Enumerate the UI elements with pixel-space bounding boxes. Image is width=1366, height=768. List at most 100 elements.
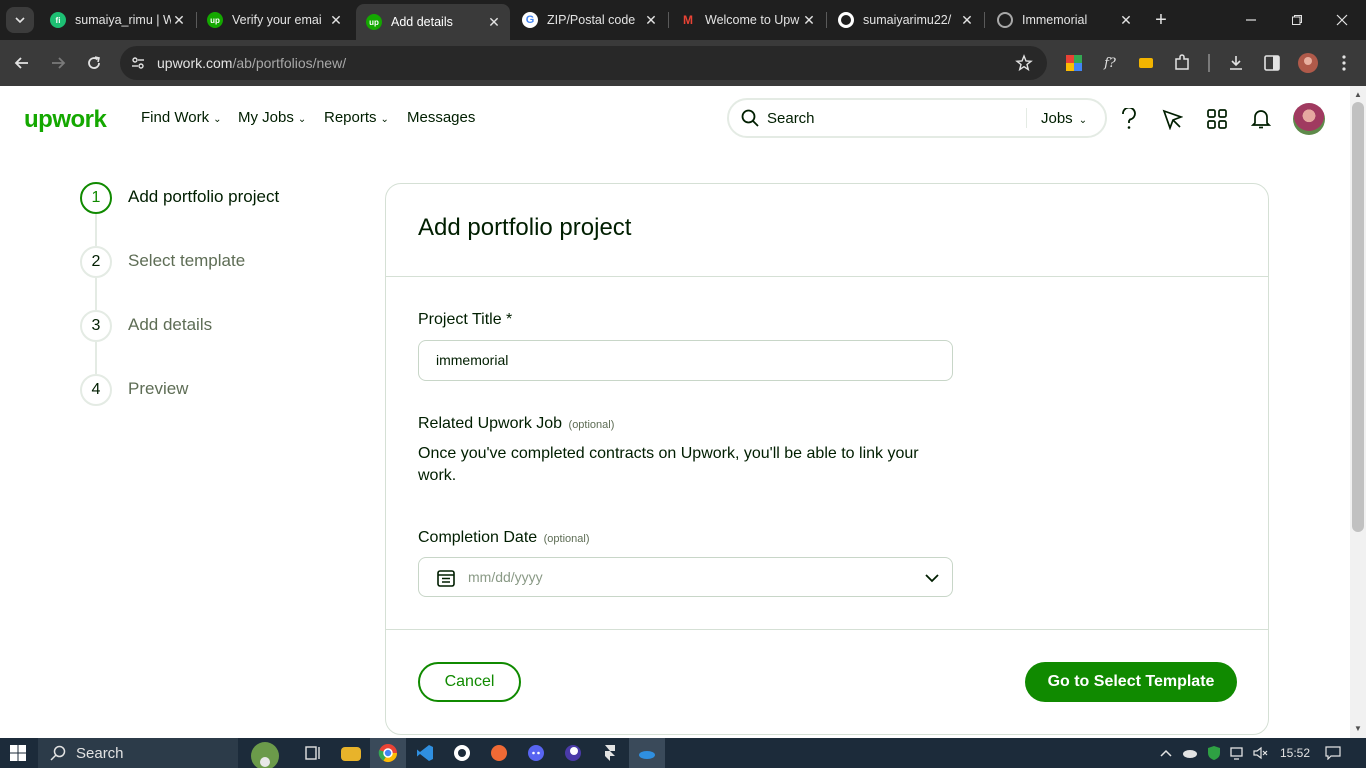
upwork-icon: up	[366, 14, 382, 30]
scroll-up-icon[interactable]: ▲	[1354, 90, 1362, 99]
forward-arrow-icon[interactable]	[46, 51, 70, 75]
nav-my-jobs[interactable]: My Jobs ⌄	[238, 109, 306, 126]
site-settings-icon[interactable]	[128, 53, 148, 73]
apps-grid-icon[interactable]	[1205, 107, 1229, 131]
reload-icon[interactable]	[82, 51, 106, 75]
optional-tag: (optional)	[568, 419, 615, 431]
browser-menu-icon[interactable]	[1334, 53, 1354, 73]
search-scope-dropdown[interactable]: Jobs ⌄	[1041, 110, 1087, 127]
close-tab-icon[interactable]: ✕	[959, 12, 975, 28]
nav-find-work[interactable]: Find Work ⌄	[141, 109, 221, 126]
restore-icon[interactable]	[1285, 8, 1309, 32]
toolbar-divider	[1208, 54, 1210, 72]
bookmark-star-icon[interactable]	[1015, 54, 1033, 72]
fiverr-icon: fi	[50, 12, 66, 28]
browser-tab-4[interactable]: G ZIP/Postal code ✕	[512, 4, 667, 36]
nav-messages[interactable]: Messages	[407, 109, 475, 126]
url-domain: upwork.com	[157, 55, 233, 71]
direct-contracts-icon[interactable]	[1160, 107, 1184, 131]
taskbar-search[interactable]: Search	[38, 738, 279, 768]
portfolio-form-card: Add portfolio project Project Title * im…	[385, 183, 1269, 735]
discord-icon[interactable]	[526, 743, 546, 763]
vscode-icon[interactable]	[415, 743, 435, 763]
side-panel-icon[interactable]	[1262, 53, 1282, 73]
address-bar[interactable]: upwork.com/ab/portfolios/new/	[120, 46, 1047, 80]
nav-reports[interactable]: Reports ⌄	[324, 109, 389, 126]
app-purple-icon[interactable]	[563, 743, 583, 763]
browser-tab-7[interactable]: Immemorial ✕	[987, 4, 1142, 36]
close-tab-icon[interactable]: ✕	[328, 12, 344, 28]
back-arrow-icon[interactable]	[10, 51, 34, 75]
divider	[386, 629, 1268, 630]
search-divider	[1026, 108, 1027, 128]
taskbar-clock[interactable]: 15:52	[1280, 746, 1310, 760]
app-framer-icon[interactable]	[600, 743, 620, 763]
close-tab-icon[interactable]: ✕	[171, 12, 187, 28]
network-icon[interactable]	[1230, 745, 1246, 761]
step-label: Select template	[128, 251, 246, 270]
new-tab-button[interactable]: +	[1150, 9, 1172, 31]
globe-icon	[997, 12, 1013, 28]
security-shield-icon[interactable]	[1206, 745, 1222, 761]
app-orange-icon[interactable]	[489, 743, 509, 763]
app-dark-circle-icon[interactable]	[452, 743, 472, 763]
step-connector	[95, 278, 97, 310]
search-bar[interactable]: Search Jobs ⌄	[727, 98, 1107, 138]
profile-avatar-icon[interactable]	[1298, 53, 1318, 73]
onedrive-cloud-icon[interactable]	[1182, 745, 1198, 761]
tab-title: ZIP/Postal code	[547, 13, 636, 27]
chevron-up-icon[interactable]	[1158, 745, 1174, 761]
browser-tab-2[interactable]: up Verify your emai ✕	[197, 4, 352, 36]
browser-tab-6[interactable]: sumaiyarimu22/ ✕	[828, 4, 983, 36]
completion-date-picker[interactable]: mm/dd/yyyy	[418, 557, 953, 597]
volume-muted-icon[interactable]	[1253, 745, 1269, 761]
related-job-help-text: Once you've completed contracts on Upwor…	[418, 445, 919, 484]
go-to-select-template-button[interactable]: Go to Select Template	[1025, 662, 1237, 702]
windows-start-icon[interactable]	[10, 745, 26, 761]
completion-date-label: Completion Date (optional)	[418, 529, 589, 547]
project-title-label: Project Title *	[418, 311, 513, 328]
browser-tab-1[interactable]: fi sumaiya_rimu | W ✕	[40, 4, 195, 36]
upwork-icon: up	[207, 12, 223, 28]
notification-center-icon[interactable]	[1325, 745, 1341, 761]
download-icon[interactable]	[1226, 53, 1246, 73]
chevron-down-icon[interactable]	[924, 570, 940, 586]
chrome-icon[interactable]	[378, 743, 398, 763]
minimize-icon[interactable]	[1239, 8, 1263, 32]
page-title: Add portfolio project	[418, 214, 632, 241]
help-icon[interactable]	[1117, 107, 1141, 131]
formula-extension-icon[interactable]: f?	[1100, 53, 1120, 73]
google-icon: G	[522, 12, 538, 28]
browser-tab-5[interactable]: M Welcome to Upw ✕	[670, 4, 825, 36]
cancel-button[interactable]: Cancel	[418, 662, 521, 702]
project-title-input[interactable]: immemorial	[418, 340, 953, 381]
upwork-logo[interactable]: upwork	[24, 106, 107, 134]
chevron-down-icon: ⌄	[297, 114, 307, 125]
scroll-down-icon[interactable]: ▼	[1354, 724, 1362, 733]
url-text[interactable]: upwork.com/ab/portfolios/new/	[157, 55, 346, 71]
extension-color-icon[interactable]	[1064, 53, 1084, 73]
scroll-thumb[interactable]	[1352, 102, 1364, 532]
search-icon	[741, 109, 759, 127]
close-window-icon[interactable]	[1330, 8, 1354, 32]
github-icon	[838, 12, 854, 28]
step-label: Preview	[128, 379, 189, 398]
optional-tag: (optional)	[543, 533, 590, 545]
close-tab-icon[interactable]: ✕	[801, 12, 817, 28]
tab-search-button[interactable]	[6, 7, 34, 33]
file-explorer-icon[interactable]	[341, 747, 361, 761]
close-tab-icon[interactable]: ✕	[643, 12, 659, 28]
close-tab-icon[interactable]: ✕	[1118, 12, 1134, 28]
extension-yellow-icon[interactable]	[1136, 53, 1156, 73]
app-cloud-icon[interactable]	[637, 743, 657, 763]
search-input[interactable]: Search	[767, 110, 815, 127]
tab-title: Verify your emai	[232, 13, 322, 27]
browser-tab-active[interactable]: up Add details ✕	[356, 4, 510, 40]
close-tab-icon[interactable]: ✕	[486, 14, 502, 30]
task-view-icon[interactable]	[303, 743, 323, 763]
extensions-puzzle-icon[interactable]	[1172, 53, 1192, 73]
user-avatar[interactable]	[1293, 103, 1325, 135]
step-number: 4	[80, 374, 112, 406]
notification-bell-icon[interactable]	[1249, 107, 1273, 131]
page-scrollbar[interactable]: ▲ ▼	[1350, 86, 1366, 738]
